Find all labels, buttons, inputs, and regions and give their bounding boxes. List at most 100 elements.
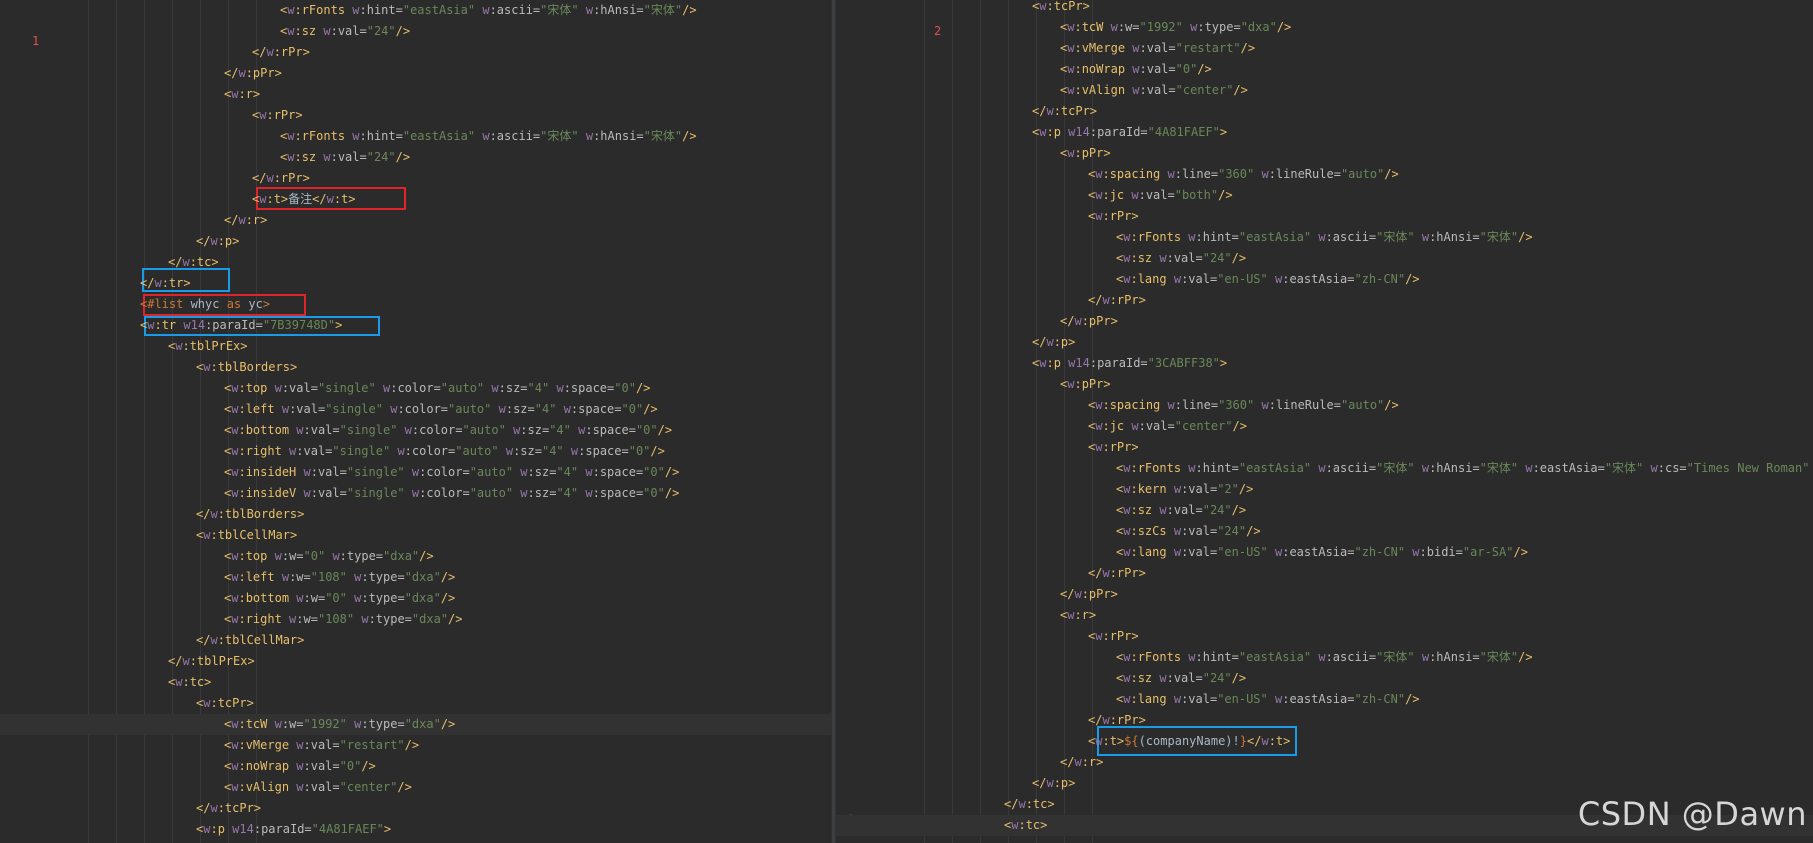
code-line[interactable]: <w:t>${(companyName)!}</w:t> (836, 731, 1813, 752)
code-token: w (296, 591, 304, 605)
code-line[interactable]: <w:rFonts w:hint="eastAsia" w:ascii="宋体"… (836, 458, 1813, 479)
code-line[interactable]: <w:vAlign w:val="center"/> (836, 80, 1813, 101)
code-line[interactable]: <w:rPr> (836, 626, 1813, 647)
code-line[interactable]: <w:p w14:paraId="3CABFF38"> (836, 353, 1813, 374)
code-line[interactable]: </w:rPr> (836, 290, 1813, 311)
code-line[interactable]: <w:lang w:val="en-US" w:eastAsia="zh-CN"… (836, 269, 1813, 290)
code-line[interactable]: </w:tblBorders> (0, 504, 831, 525)
code-line[interactable]: <w:tr w14:paraId="7B39748D"> (0, 315, 831, 336)
code-line[interactable]: <w:rFonts w:hint="eastAsia" w:ascii="宋体"… (836, 227, 1813, 248)
code-line[interactable]: </w:tc> (0, 252, 831, 273)
code-line[interactable]: <w:noWrap w:val="0"/> (836, 59, 1813, 80)
code-line[interactable]: </w:p> (836, 332, 1813, 353)
code-line[interactable]: <w:jc w:val="both"/> (836, 185, 1813, 206)
code-line[interactable]: <w:tc> (0, 672, 831, 693)
code-line[interactable]: </w:pPr> (836, 311, 1813, 332)
code-line[interactable]: <w:lang w:val="en-US" w:eastAsia="zh-CN"… (836, 689, 1813, 710)
code-line[interactable]: <w:rFonts w:hint="eastAsia" w:ascii="宋体"… (0, 0, 831, 21)
code-line[interactable]: <w:sz w:val="24"/> (0, 147, 831, 168)
code-line[interactable]: <w:r> (836, 605, 1813, 626)
code-line[interactable]: <w:rPr> (836, 437, 1813, 458)
code-token: </ (252, 171, 267, 185)
code-line[interactable]: <w:pPr> (836, 374, 1813, 395)
code-line[interactable]: <w:spacing w:line="360" w:lineRule="auto… (836, 395, 1813, 416)
code-line[interactable]: <w:vMerge w:val="restart"/> (0, 735, 831, 756)
code-token: </ (1247, 734, 1262, 748)
code-line[interactable]: </w:p> (0, 231, 831, 252)
code-line[interactable]: <w:pPr> (836, 143, 1813, 164)
code-token: "dxa" (404, 717, 441, 731)
code-token: w (1074, 587, 1082, 601)
code-line[interactable]: <w:rPr> (0, 105, 831, 126)
code-line[interactable]: </w:pPr> (0, 63, 831, 84)
code-line[interactable]: <w:insideV w:val="single" w:color="auto"… (0, 483, 831, 504)
code-line[interactable]: <w:tcPr> (0, 693, 831, 714)
code-line[interactable]: <w:sz w:val="24"/> (836, 500, 1813, 521)
code-line[interactable]: </w:tblPrEx> (0, 651, 831, 672)
code-line[interactable]: <w:kern w:val="2"/> (836, 479, 1813, 500)
code-line[interactable]: <w:bottom w:val="single" w:color="auto" … (0, 420, 831, 441)
code-line[interactable]: <w:szCs w:val="24"/> (836, 521, 1813, 542)
code-line[interactable]: <w:p w14:paraId="4A81FAEF"> (0, 819, 831, 840)
code-line[interactable]: <w:tcW w:w="1992" w:type="dxa"/> (836, 17, 1813, 38)
editor-pane-right[interactable]: 2 <w:tcPr> <w:tcW w:w="1992" w:type="dxa"… (836, 0, 1813, 843)
code-line[interactable]: <w:right w:val="single" w:color="auto" w… (0, 441, 831, 462)
code-line[interactable]: <w:vAlign w:val="center"/> (0, 777, 831, 798)
code-line[interactable]: </w:r> (836, 752, 1813, 773)
code-line[interactable]: </w:rPr> (0, 168, 831, 189)
code-token: /> (397, 780, 412, 794)
code-line[interactable]: <w:insideH w:val="single" w:color="auto"… (0, 462, 831, 483)
code-line[interactable]: <w:jc w:val="center"/> (836, 416, 1813, 437)
code-line[interactable]: <w:sz w:val="24"/> (0, 21, 831, 42)
code-line[interactable]: <w:noWrap w:val="0"/> (0, 756, 831, 777)
code-line[interactable]: <w:tcW w:w="1992" w:type="dxa"/> (0, 714, 831, 735)
code-token: "auto" (448, 402, 492, 416)
code-line[interactable]: <w:left w:w="108" w:type="dxa"/> (0, 567, 831, 588)
code-line[interactable]: <w:rFonts w:hint="eastAsia" w:ascii="宋体"… (836, 647, 1813, 668)
code-line[interactable]: <w:right w:w="108" w:type="dxa"/> (0, 609, 831, 630)
code-token: "0" (1175, 62, 1198, 76)
code-token: w (210, 507, 218, 521)
code-line[interactable]: </w:rPr> (0, 42, 831, 63)
code-line[interactable]: </w:tr> (0, 273, 831, 294)
code-token: w (520, 465, 528, 479)
code-line[interactable]: <w:r> (0, 84, 831, 105)
code-token: /> (361, 759, 376, 773)
code-token: "360" (1218, 398, 1255, 412)
code-line[interactable]: <w:lang w:val="en-US" w:eastAsia="zh-CN"… (836, 542, 1813, 563)
code-line[interactable]: <w:sz w:val="24"/> (836, 668, 1813, 689)
code-line[interactable]: </w:r> (0, 210, 831, 231)
code-line[interactable]: </w:rPr> (836, 563, 1813, 584)
code-line[interactable]: <w:left w:val="single" w:color="auto" w:… (0, 399, 831, 420)
code-line[interactable]: <w:top w:w="0" w:type="dxa"/> (0, 546, 831, 567)
code-line[interactable]: <#list whyc as yc> (0, 294, 831, 315)
code-token: > (262, 297, 271, 311)
code-token: w (1074, 314, 1082, 328)
code-line[interactable]: <w:tblBorders> (0, 357, 831, 378)
code-line[interactable]: <w:spacing w:line="360" w:lineRule="auto… (836, 164, 1813, 185)
code-line[interactable]: <w:t>备注</w:t> (0, 189, 831, 210)
code-line[interactable]: <w:sz w:val="24"/> (836, 248, 1813, 269)
code-line[interactable]: <w:vMerge w:val="restart"/> (836, 38, 1813, 59)
code-line[interactable]: <w:rPr> (836, 206, 1813, 227)
code-line[interactable]: <w:tcPr> (836, 0, 1813, 17)
code-line[interactable]: </w:tcPr> (0, 798, 831, 819)
code-line[interactable]: <w:tblCellMar> (0, 525, 831, 546)
code-token: :rFonts (294, 3, 353, 17)
code-line[interactable]: <w:bottom w:w="0" w:type="dxa"/> (0, 588, 831, 609)
code-line[interactable]: <w:tblPrEx> (0, 336, 831, 357)
code-token: "108" (310, 570, 347, 584)
code-line[interactable]: <w:rFonts w:hint="eastAsia" w:ascii="宋体"… (0, 126, 831, 147)
code-line[interactable]: <w:top w:val="single" w:color="auto" w:s… (0, 378, 831, 399)
code-line[interactable]: </w:pPr> (836, 584, 1813, 605)
code-line[interactable]: </w:rPr> (836, 710, 1813, 731)
code-line[interactable]: </w:tblCellMar> (0, 630, 831, 651)
code-line[interactable]: <w:p w14:paraId="4A81FAEF"> (836, 122, 1813, 143)
code-token: </ (1088, 566, 1103, 580)
code-token: :sz= (520, 423, 550, 437)
editor-pane-left[interactable]: 1 <w:rFonts w:hint="eastAsia" w:ascii="宋… (0, 0, 831, 843)
code-line[interactable]: </w:p> (836, 773, 1813, 794)
code-line[interactable]: </w:tcPr> (836, 101, 1813, 122)
code-token: "宋体" (540, 3, 579, 17)
